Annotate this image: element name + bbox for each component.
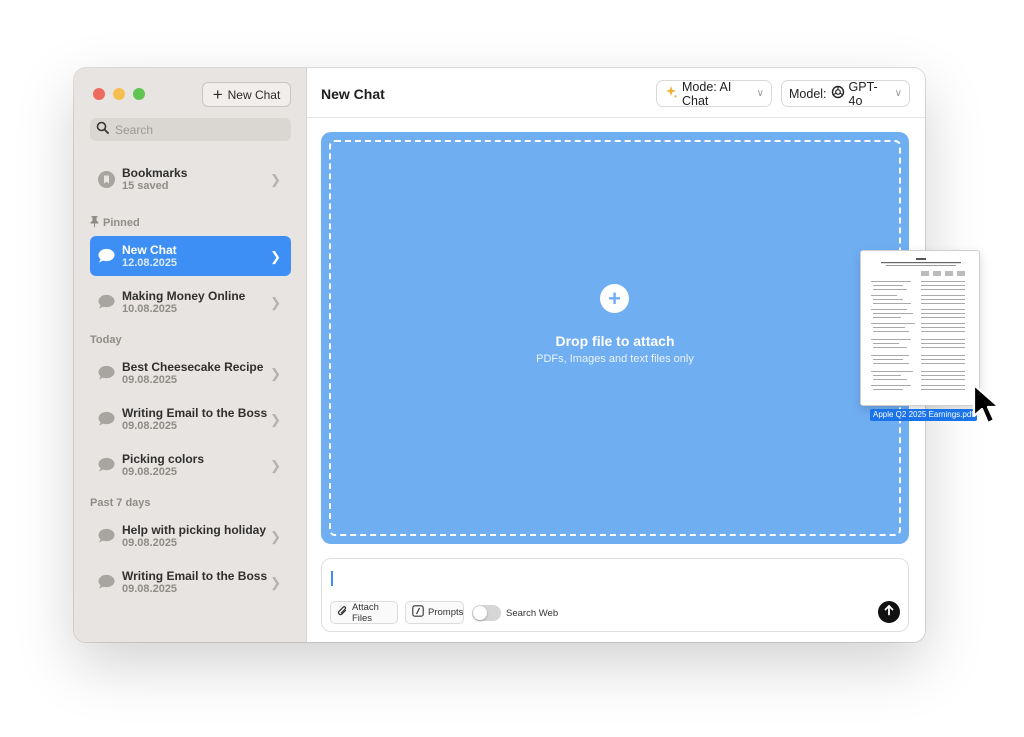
chat-title: Help with picking holiday — [122, 522, 267, 537]
model-label: Model: — [789, 86, 827, 101]
chevron-right-icon: ❯ — [270, 295, 281, 310]
minimize-window-button[interactable] — [113, 88, 125, 100]
search-web-toggle-group: Search Web — [472, 605, 558, 621]
chevron-right-icon: ❯ — [270, 172, 281, 187]
dropzone-subtitle: PDFs, Images and text files only — [536, 353, 694, 365]
dropzone-title: Drop file to attach — [555, 333, 675, 349]
file-dropzone[interactable]: + Drop file to attach PDFs, Images and t… — [321, 132, 909, 544]
bookmarks-count: 15 saved — [122, 179, 169, 192]
dragged-file-thumbnail[interactable] — [860, 250, 980, 406]
chevron-right-icon: ❯ — [270, 458, 281, 473]
chat-item-email-boss-2[interactable]: Writing Email to the Boss 09.08.2025 ❯ — [90, 562, 291, 602]
chat-title: Picking colors — [122, 451, 205, 466]
zoom-window-button[interactable] — [133, 88, 145, 100]
chat-date: 12.08.2025 — [122, 256, 178, 269]
chat-date: 09.08.2025 — [122, 465, 178, 478]
slash-command-icon — [412, 605, 424, 620]
chat-bubble-icon — [98, 248, 115, 265]
new-chat-label: New Chat — [227, 87, 281, 102]
text-cursor — [331, 571, 333, 586]
close-window-button[interactable] — [93, 88, 105, 100]
attach-files-button[interactable]: Attach Files — [330, 601, 398, 624]
mode-label: Mode: AI Chat — [682, 79, 732, 108]
chat-title: Making Money Online — [122, 288, 246, 303]
chat-item-new-chat[interactable]: New Chat 12.08.2025 ❯ — [90, 236, 291, 276]
search-icon — [96, 121, 109, 139]
chevron-right-icon: ❯ — [270, 412, 281, 427]
section-past-label: Past 7 days — [90, 497, 151, 509]
chat-date: 09.08.2025 — [122, 536, 178, 549]
chat-title: Writing Email to the Boss — [122, 568, 268, 583]
main-panel: New Chat Mode: AI Chat ∨ Model: GPT-4o ∨… — [307, 68, 925, 642]
chevron-down-icon: ∨ — [894, 88, 902, 99]
bookmark-icon — [98, 170, 115, 188]
section-pinned: Pinned — [90, 216, 140, 230]
openai-icon — [831, 85, 845, 102]
plus-icon: + — [212, 84, 223, 104]
chat-title: Best Cheesecake Recipe — [122, 359, 264, 374]
chat-bubble-icon — [98, 365, 115, 382]
page-title: New Chat — [321, 86, 385, 102]
bookmarks-item[interactable]: Bookmarks 15 saved ❯ — [90, 159, 291, 199]
chat-item-picking-colors[interactable]: Picking colors 09.08.2025 ❯ — [90, 445, 291, 485]
chat-bubble-icon — [98, 574, 115, 591]
add-file-icon: + — [600, 284, 629, 313]
chat-bubble-icon — [98, 411, 115, 428]
search-web-label: Search Web — [506, 607, 559, 619]
prompts-label: Prompts — [428, 607, 464, 618]
chat-item-cheesecake[interactable]: Best Cheesecake Recipe 09.08.2025 ❯ — [90, 353, 291, 393]
model-value: GPT-4o — [848, 79, 878, 108]
section-pinned-label: Pinned — [103, 217, 140, 229]
message-composer[interactable]: Attach Files Prompts Search Web — [321, 558, 909, 632]
chevron-down-icon: ∨ — [756, 88, 764, 99]
search-box[interactable] — [90, 118, 291, 141]
section-past-7-days: Past 7 days — [90, 497, 151, 509]
sparkles-icon — [664, 85, 678, 102]
attach-files-label: Attach Files — [352, 601, 379, 624]
pin-icon — [90, 216, 99, 230]
arrow-up-icon — [883, 603, 895, 621]
sidebar: + New Chat Bookmarks 15 saved ❯ — [74, 68, 307, 642]
chevron-right-icon: ❯ — [270, 249, 281, 264]
chevron-right-icon: ❯ — [270, 529, 281, 544]
chat-item-email-boss[interactable]: Writing Email to the Boss 09.08.2025 ❯ — [90, 399, 291, 439]
chat-date: 09.08.2025 — [122, 419, 178, 432]
prompts-button[interactable]: Prompts — [405, 601, 464, 624]
chevron-right-icon: ❯ — [270, 575, 281, 590]
chat-item-making-money-online[interactable]: Making Money Online 10.08.2025 ❯ — [90, 282, 291, 322]
chat-date: 09.08.2025 — [122, 582, 178, 595]
new-chat-button[interactable]: + New Chat — [202, 82, 291, 107]
chat-date: 10.08.2025 — [122, 302, 178, 315]
section-today: Today — [90, 334, 122, 346]
section-today-label: Today — [90, 334, 122, 346]
chat-item-holiday[interactable]: Help with picking holiday 09.08.2025 ❯ — [90, 516, 291, 556]
dragged-file-name: Apple Q2 2025 Earnings.pdf — [870, 409, 977, 421]
chat-date: 09.08.2025 — [122, 373, 178, 386]
mode-selector[interactable]: Mode: AI Chat ∨ — [656, 79, 772, 108]
toggle-knob — [473, 606, 487, 620]
search-input[interactable] — [115, 122, 285, 137]
paperclip-icon — [337, 605, 348, 620]
chat-bubble-icon — [98, 294, 115, 311]
model-selector[interactable]: Model: GPT-4o ∨ — [781, 79, 910, 108]
chevron-right-icon: ❯ — [270, 366, 281, 381]
chat-bubble-icon — [98, 528, 115, 545]
search-web-toggle[interactable] — [472, 605, 501, 621]
chat-title: New Chat — [122, 242, 177, 257]
header-divider — [307, 117, 925, 118]
app-window: + New Chat Bookmarks 15 saved ❯ — [74, 68, 925, 642]
document-preview-icon — [871, 258, 965, 390]
mouse-pointer-icon — [971, 383, 1007, 432]
send-button[interactable] — [878, 601, 900, 623]
chat-bubble-icon — [98, 457, 115, 474]
chat-title: Writing Email to the Boss — [122, 405, 268, 420]
bookmarks-title: Bookmarks — [122, 165, 188, 180]
window-controls — [93, 88, 145, 100]
